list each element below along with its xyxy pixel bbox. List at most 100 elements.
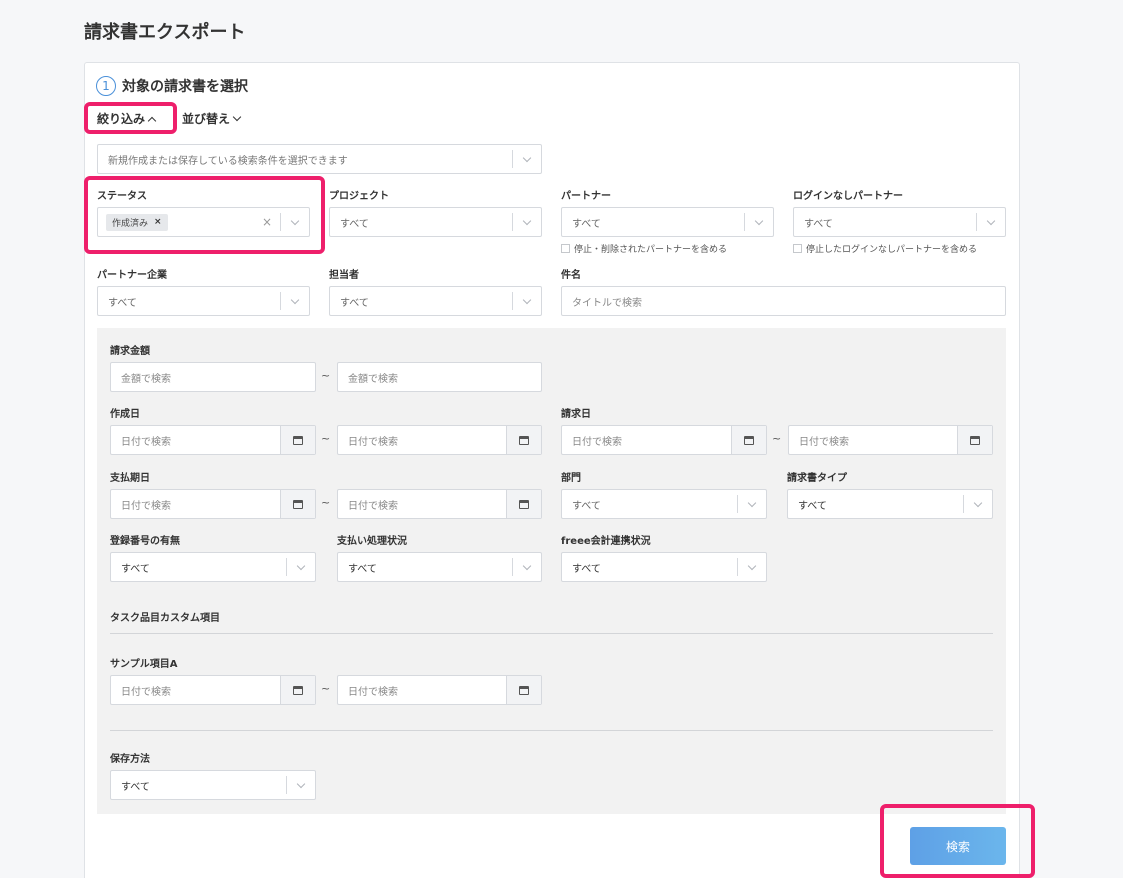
assignee-select[interactable]: すべて — [329, 286, 542, 316]
registration-select[interactable]: すべて — [110, 552, 316, 582]
include-stopped-partner[interactable]: 停止・削除されたパートナーを含める — [561, 242, 727, 255]
saved-search-select[interactable]: 新規作成または保存している検索条件を選択できます — [97, 144, 542, 174]
department-value: すべて — [572, 500, 601, 512]
storage-value: すべて — [121, 781, 150, 793]
calendar-icon[interactable] — [506, 426, 541, 454]
status-select[interactable]: 作成済み × × — [97, 207, 310, 237]
chevron-down-icon — [281, 216, 309, 225]
due-from-placeholder: 日付で検索 — [121, 500, 171, 512]
calendar-icon[interactable] — [280, 426, 315, 454]
invoice-type-label: 請求書タイプ — [787, 473, 847, 484]
partner-company-label: パートナー企業 — [97, 270, 167, 281]
sample-a-to-date[interactable]: 日付で検索 — [337, 675, 542, 705]
chevron-down-icon — [513, 561, 541, 570]
page-title: 請求書エクスポート — [84, 22, 246, 43]
nologin-partner-value: すべて — [804, 218, 833, 230]
project-select[interactable]: すべて — [329, 207, 542, 237]
department-label: 部門 — [561, 473, 581, 484]
range-separator: ~ — [321, 432, 331, 445]
step-heading: 1 対象の請求書を選択 — [96, 76, 248, 96]
chevron-down-icon — [977, 216, 1005, 225]
due-from-date[interactable]: 日付で検索 — [110, 489, 316, 519]
filter-toggle[interactable]: 絞り込み — [97, 110, 157, 127]
partner-label: パートナー — [561, 191, 611, 202]
payment-status-value: すべて — [348, 563, 377, 575]
calendar-icon[interactable] — [280, 490, 315, 518]
partner-company-value: すべて — [108, 297, 137, 309]
step-number-badge: 1 — [96, 76, 116, 96]
freee-status-select[interactable]: すべて — [561, 552, 767, 582]
calendar-icon[interactable] — [731, 426, 766, 454]
payment-status-select[interactable]: すべて — [337, 552, 542, 582]
sample-a-label: サンプル項目A — [110, 659, 178, 670]
due-to-date[interactable]: 日付で検索 — [337, 489, 542, 519]
calendar-icon[interactable] — [506, 676, 541, 704]
chevron-down-icon — [964, 498, 992, 507]
invoice-type-select[interactable]: すべて — [787, 489, 993, 519]
nologin-partner-select[interactable]: すべて — [793, 207, 1006, 237]
billing-to-date[interactable]: 日付で検索 — [788, 425, 993, 455]
status-chip-label: 作成済み — [112, 218, 149, 229]
nologin-partner-label: ログインなしパートナー — [793, 191, 903, 202]
freee-status-label: freee会計連携状況 — [561, 536, 651, 547]
billing-from-placeholder: 日付で検索 — [572, 436, 622, 448]
subject-input[interactable]: タイトルで検索 — [561, 286, 1006, 316]
created-from-placeholder: 日付で検索 — [121, 436, 171, 448]
range-separator: ~ — [321, 496, 331, 509]
calendar-icon[interactable] — [280, 676, 315, 704]
sample-a-from-placeholder: 日付で検索 — [121, 686, 171, 698]
chevron-down-icon — [738, 561, 766, 570]
assignee-value: すべて — [340, 297, 369, 309]
calendar-icon[interactable] — [957, 426, 992, 454]
chevron-down-icon — [287, 779, 315, 788]
clear-icon[interactable]: × — [262, 215, 280, 229]
include-stopped-nologin-label: 停止したログインなしパートナーを含める — [806, 245, 978, 255]
registration-value: すべて — [121, 563, 150, 575]
subject-label: 件名 — [561, 270, 581, 281]
partner-value: すべて — [572, 218, 601, 230]
checkbox[interactable] — [561, 244, 570, 253]
divider — [110, 633, 993, 634]
status-label: ステータス — [97, 191, 147, 202]
assignee-label: 担当者 — [329, 270, 359, 281]
amount-label: 請求金額 — [110, 346, 150, 357]
amount-from-input[interactable]: 金額で検索 — [110, 362, 316, 392]
include-stopped-nologin[interactable]: 停止したログインなしパートナーを含める — [793, 242, 977, 255]
range-separator: ~ — [321, 369, 331, 382]
sample-a-to-placeholder: 日付で検索 — [348, 686, 398, 698]
range-separator: ~ — [772, 432, 782, 445]
amount-to-input[interactable]: 金額で検索 — [337, 362, 542, 392]
created-to-date[interactable]: 日付で検索 — [337, 425, 542, 455]
chevron-down-icon — [232, 112, 242, 122]
saved-search-placeholder: 新規作成または保存している検索条件を選択できます — [108, 155, 348, 167]
search-button[interactable]: 検索 — [910, 827, 1006, 865]
created-from-date[interactable]: 日付で検索 — [110, 425, 316, 455]
project-value: すべて — [340, 218, 369, 230]
project-label: プロジェクト — [329, 191, 389, 202]
calendar-icon[interactable] — [506, 490, 541, 518]
chevron-up-icon — [147, 116, 157, 125]
chevron-down-icon — [513, 295, 541, 304]
due-date-label: 支払期日 — [110, 473, 150, 484]
department-select[interactable]: すべて — [561, 489, 767, 519]
sample-a-from-date[interactable]: 日付で検索 — [110, 675, 316, 705]
include-stopped-partner-label: 停止・削除されたパートナーを含める — [574, 245, 728, 255]
billing-from-date[interactable]: 日付で検索 — [561, 425, 767, 455]
billing-date-label: 請求日 — [561, 409, 591, 420]
partner-select[interactable]: すべて — [561, 207, 774, 237]
chevron-down-icon — [738, 498, 766, 507]
storage-select[interactable]: すべて — [110, 770, 316, 800]
chevron-down-icon — [281, 295, 309, 304]
due-to-placeholder: 日付で検索 — [348, 500, 398, 512]
checkbox[interactable] — [793, 244, 802, 253]
chevron-down-icon — [513, 216, 541, 225]
freee-status-value: すべて — [572, 563, 601, 575]
storage-label: 保存方法 — [110, 754, 150, 765]
created-date-label: 作成日 — [110, 409, 140, 420]
divider — [110, 730, 993, 731]
sort-toggle[interactable]: 並び替え — [182, 110, 242, 127]
billing-to-placeholder: 日付で検索 — [799, 436, 849, 448]
chip-remove-icon[interactable]: × — [154, 217, 162, 227]
sort-toggle-label: 並び替え — [182, 112, 231, 126]
partner-company-select[interactable]: すべて — [97, 286, 310, 316]
